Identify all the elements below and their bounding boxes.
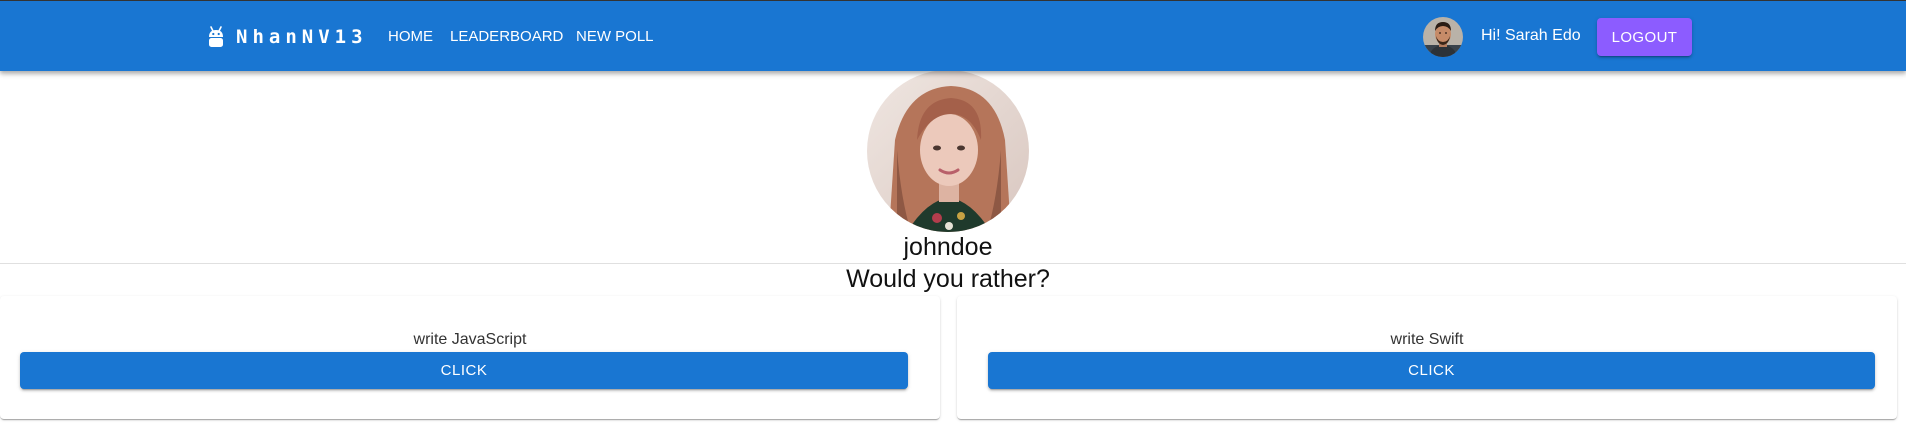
user-greeting: Hi! Sarah Edo — [1481, 27, 1581, 44]
option-one-text: write JavaScript — [413, 331, 527, 348]
nav-new-poll[interactable]: NEW POLL — [576, 27, 654, 47]
divider — [0, 263, 1906, 264]
poll-question: Would you rather? — [846, 265, 1050, 293]
author-avatar — [867, 70, 1029, 232]
android-icon — [209, 26, 223, 47]
option-one-click-button[interactable]: CLICK — [20, 352, 908, 389]
option-two-click-button[interactable]: CLICK — [988, 352, 1875, 389]
nav-home[interactable]: HOME — [388, 27, 433, 47]
app-bar: NhanNV13 HOME LEADERBOARD NEW POLL Hi! S… — [0, 0, 1906, 71]
logout-button[interactable]: LOGOUT — [1597, 18, 1692, 56]
option-card-two: write Swift CLICK — [957, 296, 1897, 419]
option-two-text: write Swift — [1390, 331, 1464, 348]
user-avatar — [1423, 17, 1463, 57]
nav-leaderboard[interactable]: LEADERBOARD — [450, 27, 563, 47]
author-name: johndoe — [903, 233, 993, 261]
brand-name[interactable]: NhanNV13 — [236, 24, 368, 50]
option-card-one: write JavaScript CLICK — [0, 296, 940, 419]
